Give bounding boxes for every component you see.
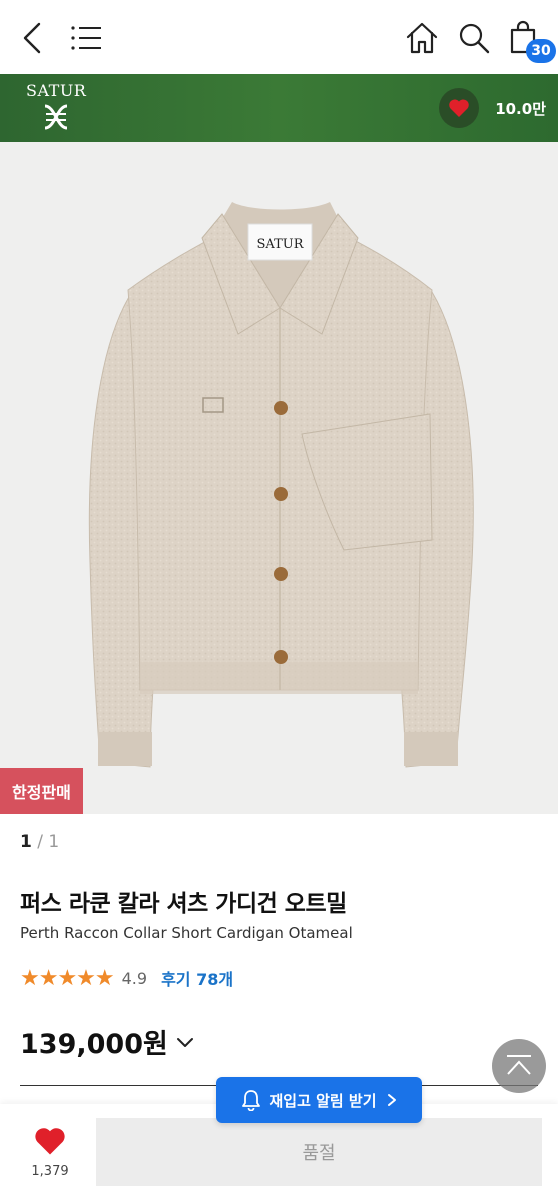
rating-row: ★★★★★ 4.9 후기 78개 (20, 964, 233, 992)
image-pager: 1 / 1 (20, 832, 59, 852)
garment-label-text: SATUR (257, 237, 305, 252)
product-image[interactable]: SATUR 한정판매 (0, 142, 558, 814)
rating-score: 4.9 (121, 968, 148, 988)
menu-icon (71, 26, 101, 50)
pager-total: 1 (48, 832, 60, 852)
cardigan-illustration: SATUR (88, 202, 474, 768)
cart-button[interactable]: 30 (504, 18, 556, 63)
pager-current: 1 (20, 832, 32, 852)
brand-like-count: 10.0만 (495, 99, 546, 118)
search-button[interactable] (454, 18, 494, 58)
wishlist-button[interactable]: 1,379 (22, 1126, 78, 1179)
arrow-up-icon (507, 1055, 531, 1075)
soldout-button[interactable]: 품절 (96, 1118, 542, 1186)
home-icon (406, 22, 438, 54)
review-link[interactable]: 후기 78개 (161, 966, 233, 990)
price-row[interactable]: 139,000원 (20, 1022, 194, 1061)
bell-icon (242, 1090, 261, 1111)
product-price: 139,000원 (20, 1029, 168, 1060)
home-button[interactable] (402, 18, 442, 58)
menu-button[interactable] (66, 18, 106, 58)
product-title-english: Perth Raccon Collar Short Cardigan Otame… (20, 924, 353, 942)
brand-name: SATUR (26, 81, 87, 100)
brand-like: 10.0만 (439, 88, 546, 128)
wishlist-count: 1,379 (31, 1164, 69, 1179)
search-icon (459, 23, 490, 54)
scroll-to-top-button[interactable] (492, 1039, 546, 1093)
heart-icon (35, 1128, 65, 1155)
brand-bar[interactable]: SATUR 10.0만 (0, 74, 558, 142)
rating-stars: ★★★★★ (20, 965, 115, 991)
top-navigation-bar: 30 (0, 0, 558, 74)
restock-alert-button[interactable]: 재입고 알림 받기 (216, 1077, 422, 1123)
restock-alert-label: 재입고 알림 받기 (269, 1091, 377, 1110)
back-button[interactable] (12, 18, 52, 58)
chevron-down-icon (176, 1037, 193, 1047)
brand-monogram-icon (44, 104, 68, 130)
limited-sale-badge: 한정판매 (0, 768, 83, 814)
heart-icon (449, 99, 469, 117)
brand-like-button[interactable] (439, 88, 480, 128)
product-title: 퍼스 라쿤 칼라 셔츠 가디건 오트밀 (20, 891, 347, 917)
cart-count-badge: 30 (526, 39, 556, 63)
chevron-right-icon (387, 1094, 396, 1106)
chevron-left-icon (23, 22, 41, 54)
pager-separator: / (31, 832, 49, 852)
brand-logo[interactable]: SATUR (26, 82, 86, 136)
